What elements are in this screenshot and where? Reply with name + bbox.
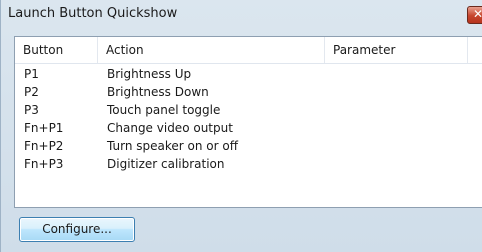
list-item[interactable]: Fn+P2 Turn speaker on or off — [15, 137, 482, 155]
list-item[interactable]: P2 Brightness Down — [15, 83, 482, 101]
column-header-button[interactable]: Button — [15, 37, 97, 63]
column-header-action[interactable]: Action — [98, 37, 324, 63]
close-button[interactable]: ✕ — [467, 6, 482, 24]
title-bar[interactable]: Launch Button Quickshow ✕ — [1, 0, 482, 30]
list-item[interactable]: P1 Brightness Up — [15, 65, 482, 83]
parameter-cell — [325, 155, 467, 173]
parameter-cell — [325, 119, 467, 137]
button-cell: P3 — [24, 103, 39, 117]
button-cell: Fn+P1 — [24, 121, 64, 135]
list-item[interactable]: Fn+P1 Change video output — [15, 119, 482, 137]
quickshow-window: Launch Button Quickshow ✕ Button Action … — [0, 0, 482, 252]
parameter-cell — [325, 101, 467, 119]
button-cell: P2 — [24, 85, 39, 99]
action-cell: Brightness Up — [107, 67, 192, 81]
action-cell: Touch panel toggle — [107, 103, 221, 117]
parameter-cell — [325, 83, 467, 101]
column-separator[interactable] — [467, 37, 468, 63]
parameter-cell — [325, 65, 467, 83]
list-item[interactable]: Fn+P3 Digitizer calibration — [15, 155, 482, 173]
configure-button[interactable]: Configure... — [19, 217, 135, 242]
list-item[interactable]: P3 Touch panel toggle — [15, 101, 482, 119]
parameter-cell — [325, 137, 467, 155]
action-list[interactable]: Button Action Parameter P1 Brightness Up… — [14, 36, 482, 208]
column-header-parameter[interactable]: Parameter — [325, 37, 467, 63]
window-title: Launch Button Quickshow — [8, 6, 178, 21]
action-cell: Brightness Down — [107, 85, 209, 99]
button-cell: P1 — [24, 67, 39, 81]
action-cell: Change video output — [107, 121, 233, 135]
close-icon: ✕ — [473, 7, 482, 21]
list-header: Button Action Parameter — [15, 37, 482, 64]
action-cell: Turn speaker on or off — [107, 139, 238, 153]
button-cell: Fn+P3 — [24, 157, 64, 171]
action-cell: Digitizer calibration — [107, 157, 225, 171]
button-cell: Fn+P2 — [24, 139, 64, 153]
